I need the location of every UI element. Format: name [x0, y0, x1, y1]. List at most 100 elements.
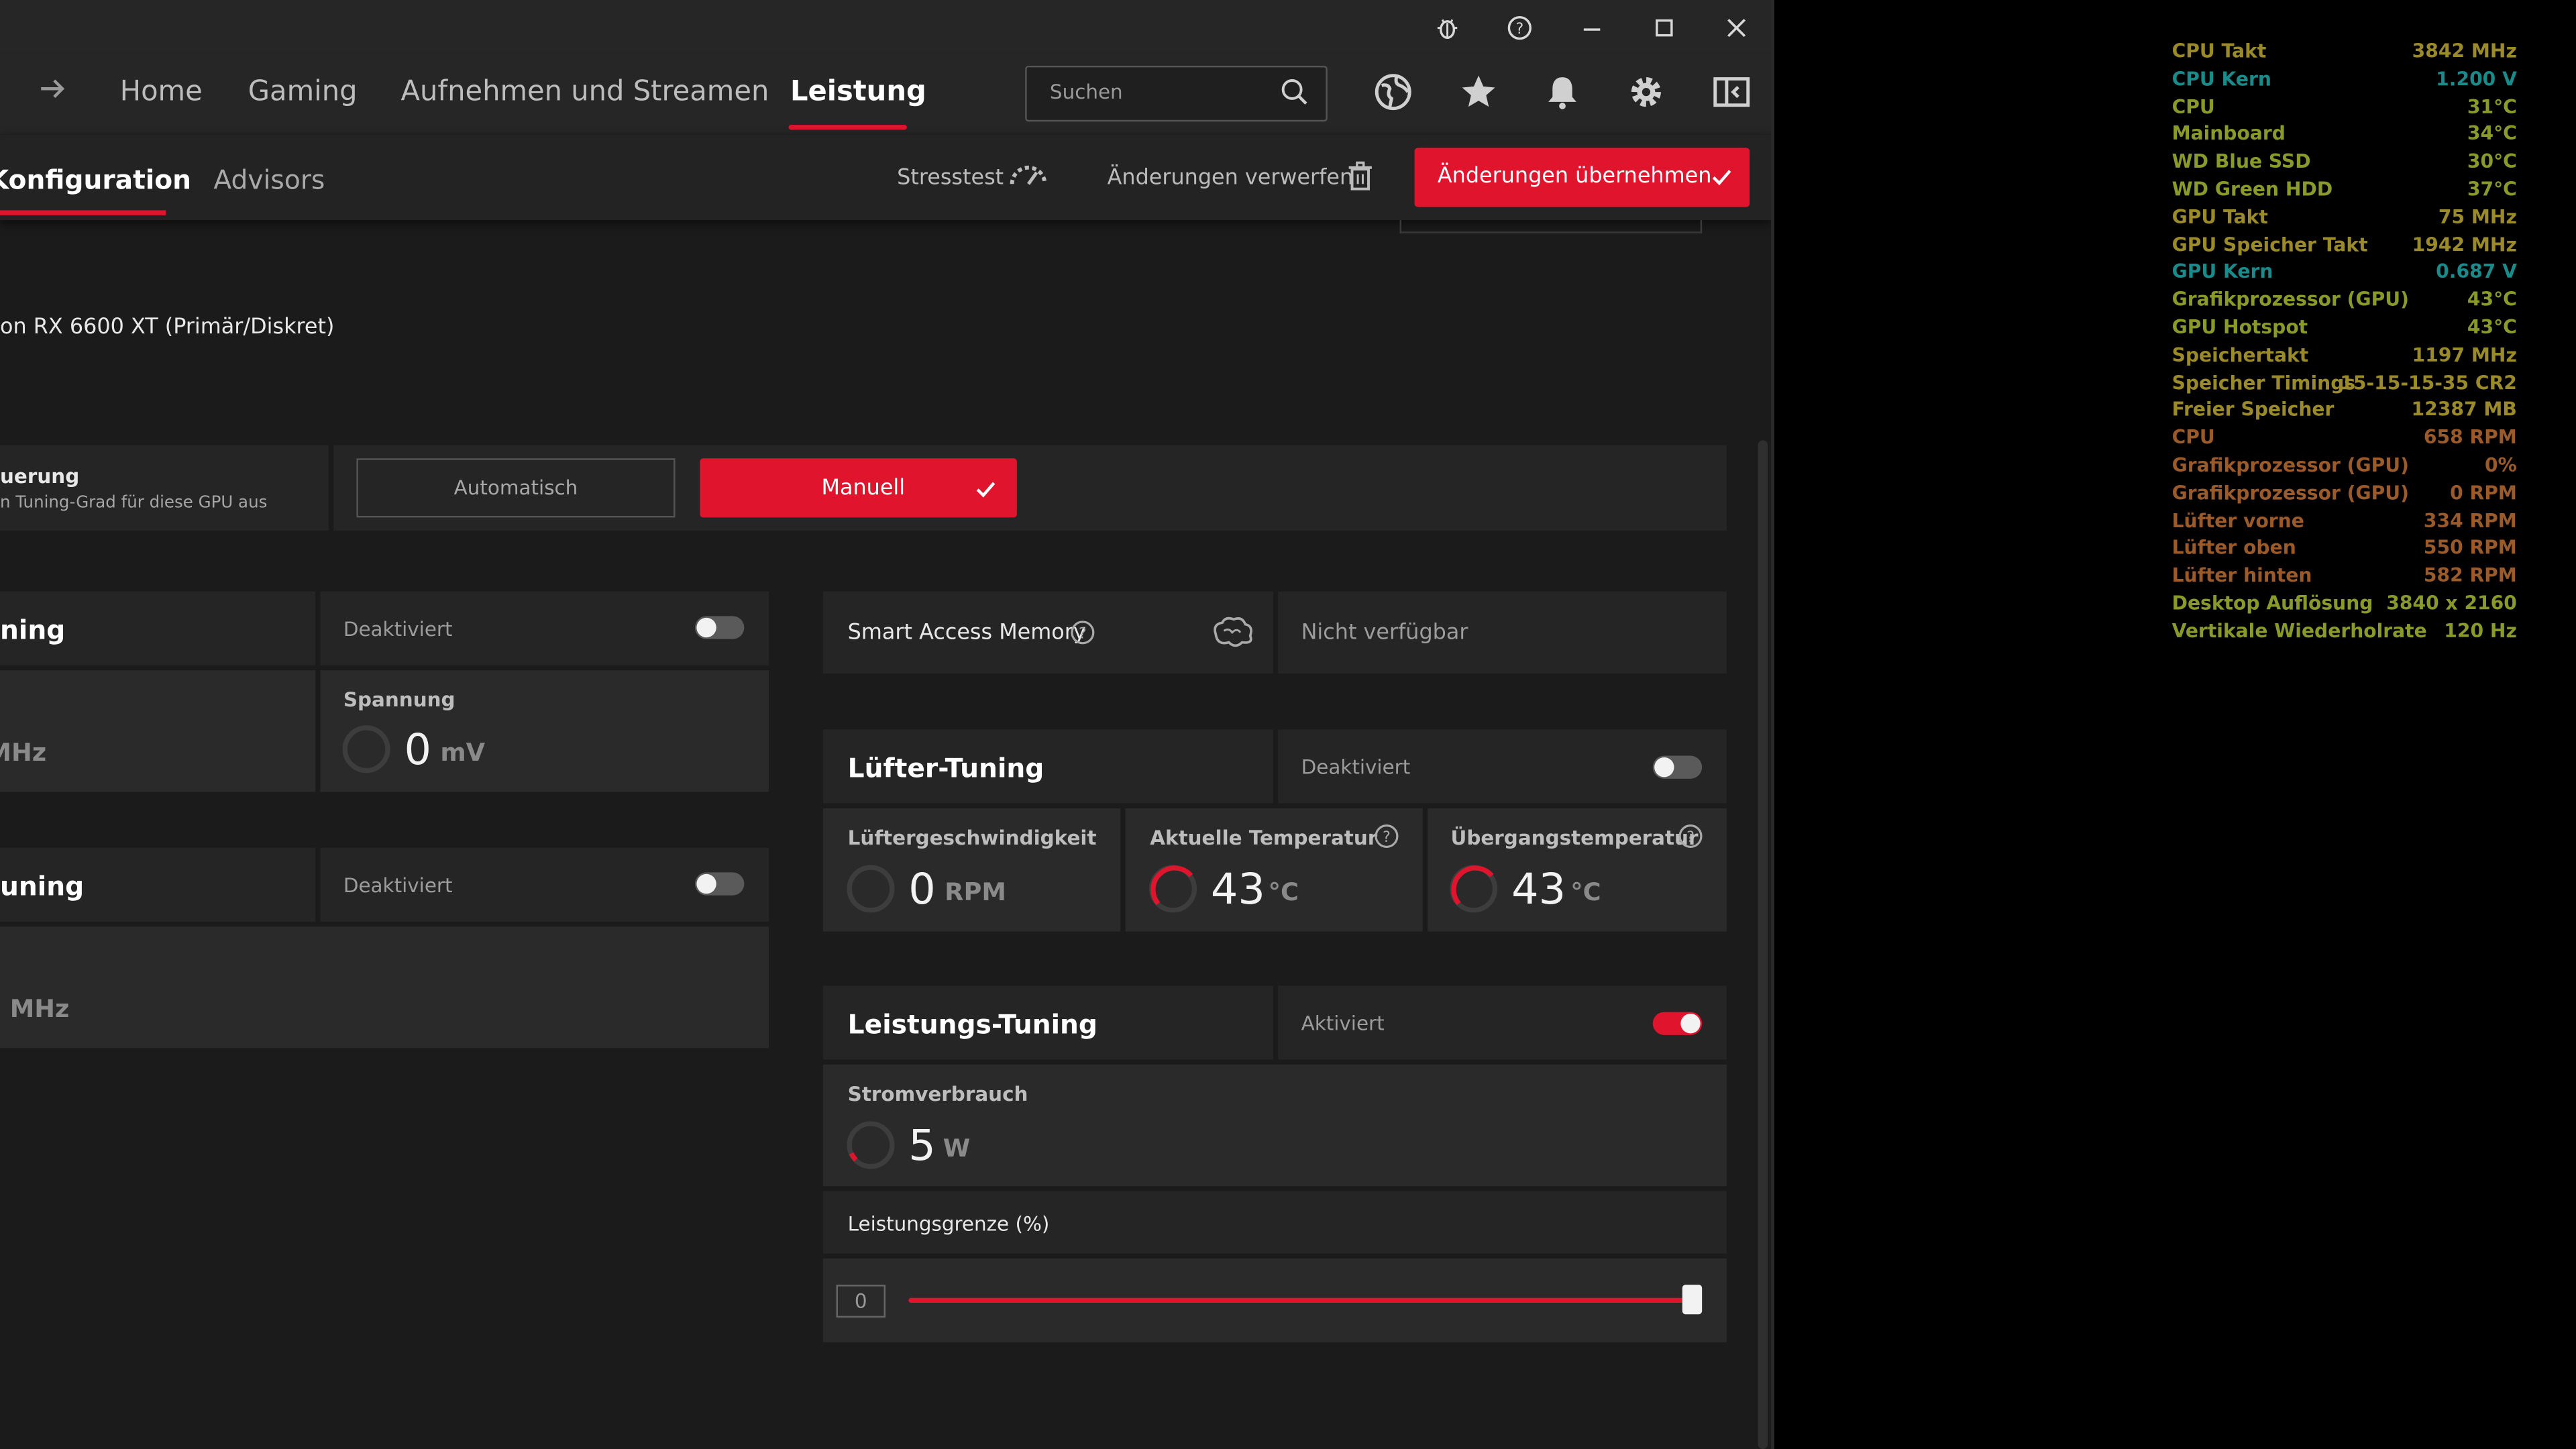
- bell-icon[interactable]: [1543, 72, 1586, 115]
- overlay-label: CPU: [2171, 95, 2215, 118]
- tab-advisors[interactable]: Advisors: [213, 164, 325, 196]
- exit-panel-icon[interactable]: [1712, 72, 1755, 115]
- overlay-row: CPU 31°C: [2172, 95, 2517, 121]
- scrollbar[interactable]: [1758, 440, 1768, 1449]
- power-limit-slider-track[interactable]: [908, 1297, 1694, 1303]
- vram-tuning-title: uning: [0, 870, 85, 902]
- apply-changes-label: Änderungen übernehmen: [1437, 164, 1712, 189]
- overlay-label: Lüfter hinten: [2171, 564, 2312, 587]
- search-icon[interactable]: [1280, 77, 1309, 113]
- manual-label: Manuell: [821, 476, 906, 501]
- nav-gaming[interactable]: Gaming: [248, 76, 358, 109]
- vram-tuning-clock-panel: [0, 926, 769, 1049]
- fan-tuning-title: Lüfter-Tuning: [847, 752, 1044, 784]
- radeon-software-window: ? Home Gaming Aufnehmen und Streamen Lei…: [0, 0, 1772, 1449]
- junction-temp-gauge: [1450, 865, 1498, 913]
- forward-arrow-icon[interactable]: [36, 72, 69, 113]
- tab-configuration[interactable]: Konfiguration: [0, 164, 191, 196]
- overlay-label: Desktop Auflösung: [2171, 591, 2373, 614]
- overlay-value: 12387 MB: [2411, 398, 2517, 421]
- vram-tuning-toggle[interactable]: [694, 872, 745, 896]
- overlay-label: GPU Takt: [2171, 205, 2268, 228]
- power-limit-value-box[interactable]: 0: [836, 1285, 886, 1318]
- overlay-value: 31°C: [2467, 95, 2517, 118]
- apply-changes-button[interactable]: Änderungen übernehmen: [1414, 148, 1750, 207]
- nav-home[interactable]: Home: [120, 76, 203, 109]
- power-limit-slider-handle[interactable]: [1682, 1285, 1703, 1315]
- minimize-icon[interactable]: [1574, 10, 1610, 46]
- overlay-label: GPU Speicher Takt: [2171, 232, 2368, 256]
- gear-icon[interactable]: [1627, 72, 1670, 115]
- gpu-tuning-title: ning: [0, 614, 66, 646]
- fan-speed-value: 0: [908, 865, 936, 916]
- overlay-value: 43°C: [2467, 315, 2517, 339]
- fan-tuning-toggle[interactable]: [1652, 755, 1703, 779]
- manual-button[interactable]: Manuell: [700, 458, 1017, 518]
- check-icon: [976, 482, 996, 498]
- power-tuning-title: Leistungs-Tuning: [847, 1008, 1097, 1040]
- close-icon[interactable]: [1719, 10, 1755, 46]
- tuning-control-title: uerung: [0, 465, 80, 488]
- junction-temp-unit: °C: [1570, 877, 1601, 907]
- fan-speed-label: Lüftergeschwindigkeit: [847, 826, 1097, 850]
- overlay-value: 658 RPM: [2423, 425, 2517, 449]
- gpu-tuning-clock-panel: [0, 670, 316, 792]
- star-icon[interactable]: [1459, 72, 1502, 115]
- maximize-icon[interactable]: [1646, 10, 1682, 46]
- nav-record-stream[interactable]: Aufnehmen und Streamen: [401, 76, 769, 109]
- vram-clock-unit: MHz: [9, 994, 70, 1024]
- current-temp-help-icon[interactable]: ?: [1373, 823, 1399, 849]
- overlay-label: GPU Kern: [2171, 260, 2273, 284]
- overlay-label: Vertikale Wiederholrate: [2171, 619, 2427, 643]
- current-temp-unit: °C: [1268, 877, 1299, 907]
- overlay-label: Grafikprozessor (GPU): [2171, 453, 2410, 477]
- discard-changes-button[interactable]: Änderungen verwerfen: [1108, 166, 1354, 191]
- overlay-value: 582 RPM: [2423, 564, 2517, 587]
- power-consumption-gauge: [847, 1121, 895, 1169]
- main-nav: Home Gaming Aufnehmen und Streamen Leist…: [0, 52, 1772, 135]
- hidden-dropdown-edge: [1399, 220, 1703, 233]
- overlay-row: Vertikale Wiederholrate 120 Hz: [2172, 619, 2517, 645]
- nav-active-indicator: [788, 125, 907, 130]
- stress-test-button[interactable]: Stresstest: [897, 166, 1004, 191]
- overlay-value: 30°C: [2467, 150, 2517, 173]
- screen: ? Home Gaming Aufnehmen und Streamen Lei…: [0, 0, 2576, 1449]
- current-temp-gauge: [1149, 865, 1197, 913]
- power-tuning-toggle[interactable]: [1652, 1012, 1703, 1035]
- trash-icon[interactable]: [1347, 161, 1373, 197]
- overlay-row: Mainboard 34°C: [2172, 122, 2517, 148]
- svg-text:?: ?: [1515, 21, 1523, 38]
- power-consumption-value: 5: [908, 1122, 936, 1172]
- overlay-row: Speichertakt 1197 MHz: [2172, 343, 2517, 369]
- overlay-row: CPU 658 RPM: [2172, 426, 2517, 452]
- nav-performance[interactable]: Leistung: [790, 76, 926, 109]
- globe-icon[interactable]: [1373, 72, 1416, 115]
- brain-icon: [1214, 616, 1252, 647]
- tuning-control-desc: n Tuning-Grad für diese GPU aus: [0, 494, 268, 513]
- vram-tuning-state: Deaktiviert: [343, 873, 453, 898]
- power-consumption-unit: W: [943, 1133, 971, 1163]
- current-temp-label: Aktuelle Temperatur: [1150, 826, 1378, 850]
- gpu-tuning-toggle[interactable]: [694, 616, 745, 639]
- check-icon: [1712, 170, 1731, 186]
- fan-tuning-state: Deaktiviert: [1301, 755, 1411, 779]
- sam-help-icon[interactable]: ?: [1069, 619, 1095, 645]
- overlay-row: GPU Speicher Takt 1942 MHz: [2172, 233, 2517, 259]
- help-icon[interactable]: ?: [1501, 10, 1538, 46]
- overlay-value: 0.687 V: [2436, 260, 2517, 284]
- automatic-button[interactable]: Automatisch: [356, 458, 676, 518]
- bug-report-icon[interactable]: [1430, 10, 1466, 46]
- overlay-row: Grafikprozessor (GPU) 0 RPM: [2172, 481, 2517, 507]
- clock-unit: MHz: [0, 737, 47, 767]
- power-consumption-label: Stromverbrauch: [847, 1082, 1028, 1106]
- current-temp-value: 43: [1210, 865, 1265, 916]
- junction-temp-help-icon[interactable]: ?: [1677, 823, 1703, 849]
- overlay-row: GPU Hotspot 43°C: [2172, 315, 2517, 341]
- overlay-value: 1.200 V: [2436, 66, 2517, 91]
- overlay-value: 34°C: [2467, 122, 2517, 146]
- speedometer-icon[interactable]: [1007, 160, 1050, 196]
- search-input[interactable]: Suchen: [1025, 65, 1328, 122]
- overlay-value: 3840 x 2160: [2386, 591, 2517, 614]
- svg-text:?: ?: [1686, 829, 1695, 846]
- fan-speed-gauge: [847, 865, 895, 913]
